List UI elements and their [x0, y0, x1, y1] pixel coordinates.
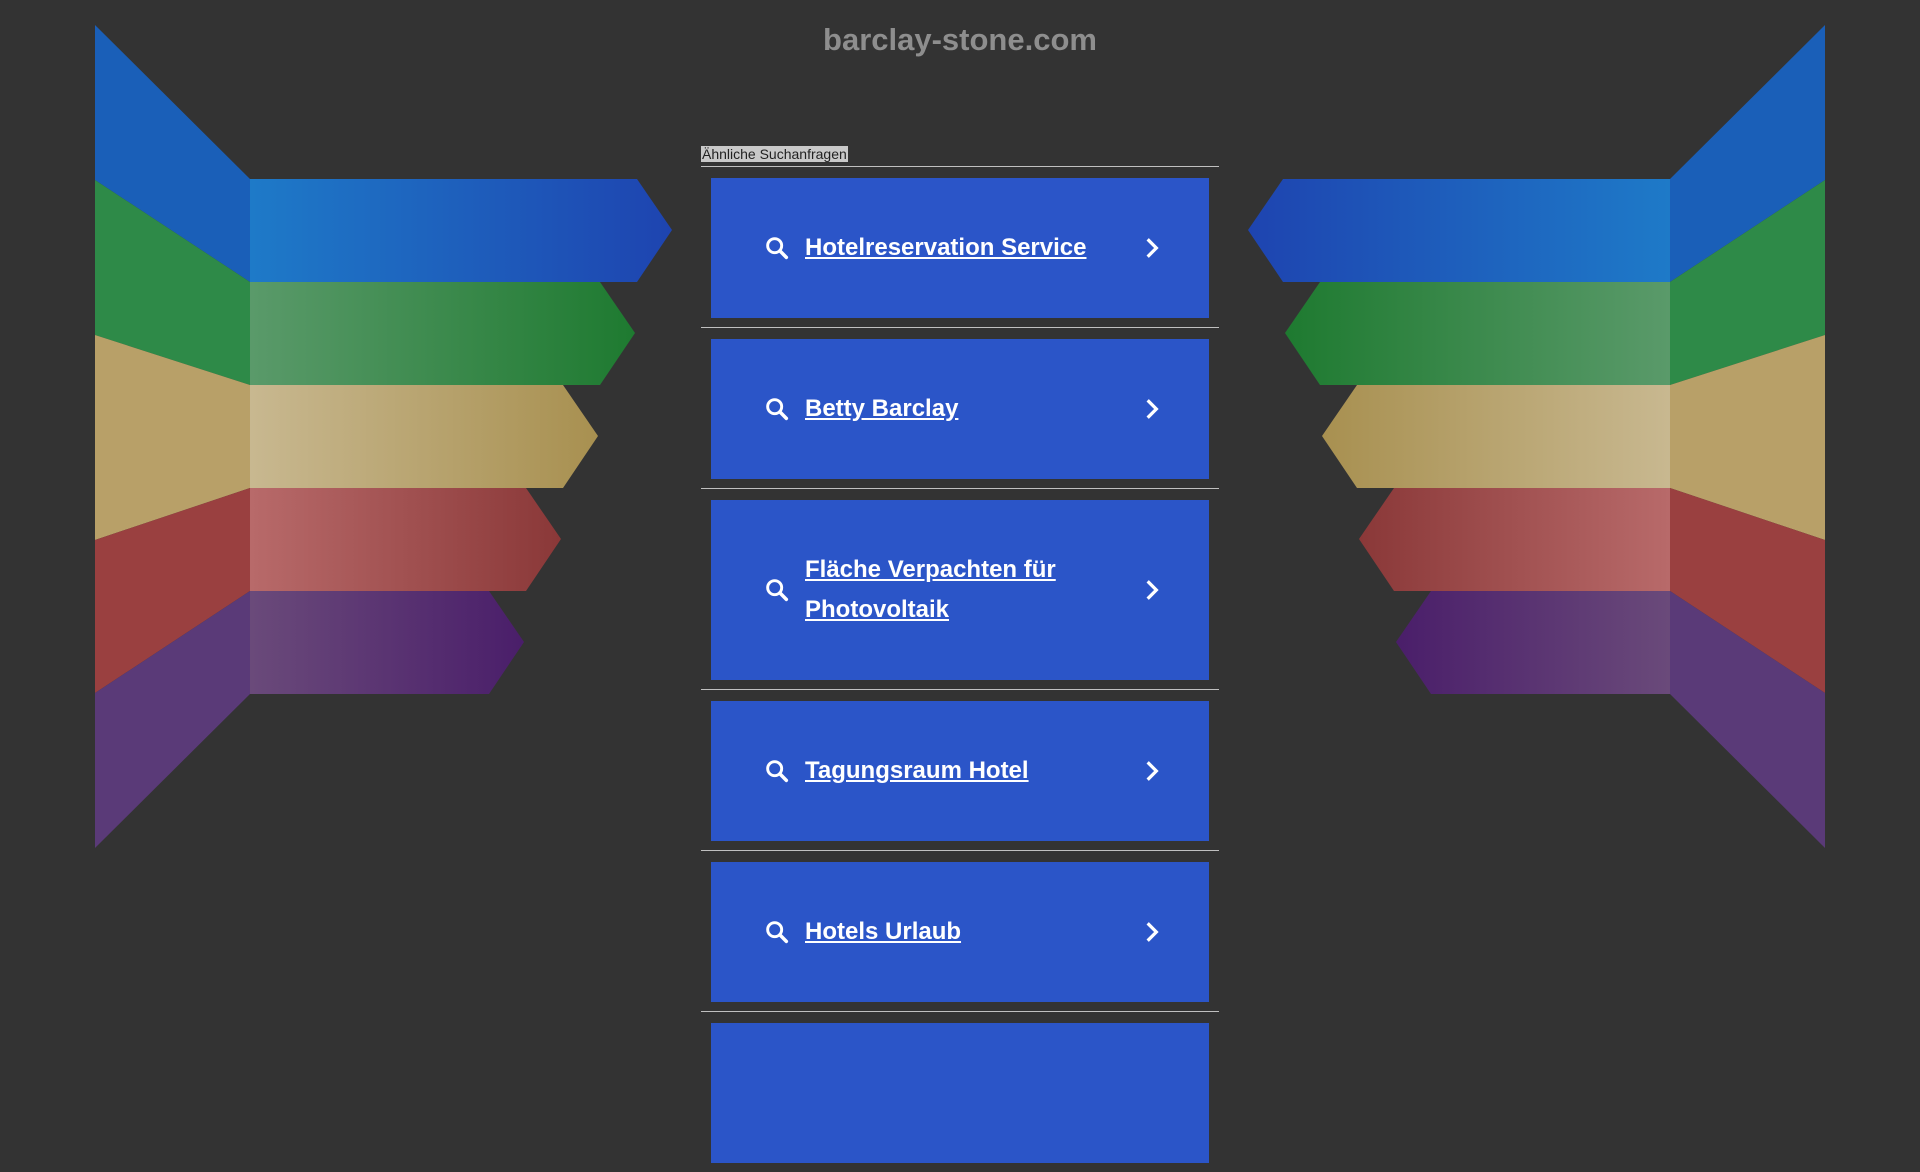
chevron-right-icon: [1146, 922, 1159, 942]
related-searches-list: Hotelreservation Service Betty Barclay F…: [701, 166, 1219, 1172]
chevron-right-icon: [1146, 238, 1159, 258]
related-search-label[interactable]: Hotels Urlaub: [805, 912, 1139, 952]
list-item: Tagungsraum Hotel: [701, 689, 1219, 850]
list-item: Fläche Verpachten für Photovoltaik: [701, 488, 1219, 689]
related-search-link[interactable]: Tagungsraum Hotel: [711, 701, 1209, 841]
related-search-link[interactable]: Hotels Urlaub: [711, 862, 1209, 1002]
chevron-right-icon: [1146, 761, 1159, 781]
related-search-link[interactable]: Fläche Verpachten für Photovoltaik: [711, 500, 1209, 680]
domain-title: barclay-stone.com: [823, 22, 1097, 57]
list-item: Betty Barclay: [701, 327, 1219, 488]
related-search-label[interactable]: Tagungsraum Hotel: [805, 751, 1139, 791]
list-item: Hotels Urlaub: [701, 850, 1219, 1011]
search-icon: [766, 398, 789, 421]
related-search-link[interactable]: Betty Barclay: [711, 339, 1209, 479]
chevron-right-icon: [1146, 580, 1159, 600]
related-search-label[interactable]: Betty Barclay: [805, 389, 1139, 429]
related-searches-label: Ähnliche Suchanfragen: [701, 146, 848, 162]
chevron-right-icon: [1146, 399, 1159, 419]
search-icon: [766, 921, 789, 944]
search-icon: [766, 237, 789, 260]
related-search-label[interactable]: Hotelreservation Service: [805, 228, 1139, 268]
list-item: [701, 1011, 1219, 1172]
list-item: Hotelreservation Service: [701, 166, 1219, 327]
search-icon: [766, 579, 789, 602]
related-search-link[interactable]: Hotelreservation Service: [711, 178, 1209, 318]
related-search-link[interactable]: [711, 1023, 1209, 1163]
related-search-label[interactable]: Fläche Verpachten für Photovoltaik: [805, 550, 1139, 630]
search-icon: [766, 760, 789, 783]
